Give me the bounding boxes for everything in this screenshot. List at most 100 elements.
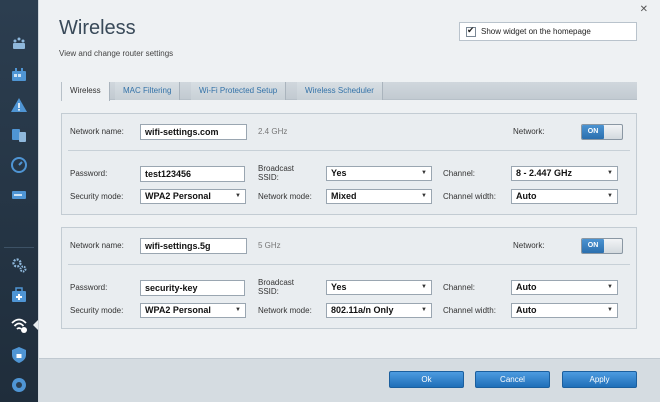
dropdown-arrow-icon: ▼ bbox=[421, 170, 427, 176]
password-input-5[interactable]: security-key bbox=[140, 280, 245, 296]
sidebar-item-parental[interactable] bbox=[0, 280, 38, 310]
band-24ghz-section: Network name: wifi-settings.com 2.4 GHz … bbox=[61, 113, 637, 215]
sidebar-item-network-map[interactable] bbox=[0, 30, 38, 60]
password-label: Password: bbox=[70, 283, 108, 292]
sidebar-item-storage[interactable] bbox=[0, 180, 38, 210]
sidebar-item-settings[interactable] bbox=[0, 250, 38, 280]
footer-bar: Ok Cancel Apply bbox=[39, 358, 660, 402]
parental-icon bbox=[12, 287, 26, 302]
broadcast-ssid-value: Yes bbox=[331, 282, 347, 292]
toggle-on-label: ON bbox=[582, 125, 604, 139]
security-icon bbox=[12, 347, 26, 363]
router-icon bbox=[12, 68, 26, 81]
toggle-on-label: ON bbox=[582, 239, 604, 253]
channel-select-24[interactable]: 8 - 2.447 GHz ▼ bbox=[511, 166, 618, 181]
network-map-icon bbox=[13, 37, 25, 49]
dropdown-arrow-icon: ▼ bbox=[607, 193, 613, 199]
broadcast-ssid-select-5[interactable]: Yes ▼ bbox=[326, 280, 432, 295]
warning-icon bbox=[11, 98, 27, 112]
apply-button[interactable]: Apply bbox=[562, 371, 637, 388]
page-subtitle: View and change router settings bbox=[59, 49, 174, 58]
channel-width-value: Auto bbox=[516, 191, 537, 201]
dropdown-arrow-icon: ▼ bbox=[421, 307, 427, 313]
tab-wireless[interactable]: Wireless bbox=[61, 82, 110, 101]
dropdown-arrow-icon: ▼ bbox=[607, 307, 613, 313]
dropdown-arrow-icon: ▼ bbox=[235, 193, 241, 199]
broadcast-ssid-label: Broadcast SSID: bbox=[258, 164, 294, 182]
channel-width-label: Channel width: bbox=[443, 192, 496, 201]
cancel-button[interactable]: Cancel bbox=[475, 371, 550, 388]
network-name-input-24[interactable]: wifi-settings.com bbox=[140, 124, 247, 140]
network-mode-label: Network mode: bbox=[258, 306, 312, 315]
tab-wireless-scheduler[interactable]: Wireless Scheduler bbox=[297, 82, 383, 100]
channel-label: Channel: bbox=[443, 169, 476, 178]
network-name-label: Network name: bbox=[70, 241, 124, 250]
sidebar-item-support[interactable] bbox=[0, 370, 38, 400]
network-mode-label: Network mode: bbox=[258, 192, 312, 201]
close-icon[interactable]: ✕ bbox=[640, 4, 648, 15]
password-label: Password: bbox=[70, 169, 108, 178]
security-mode-label: Security mode: bbox=[70, 306, 124, 315]
sidebar-item-router[interactable] bbox=[0, 60, 38, 90]
channel-label: Channel: bbox=[443, 283, 476, 292]
wireless-icon bbox=[11, 318, 27, 333]
channel-width-label: Channel width: bbox=[443, 306, 496, 315]
sidebar bbox=[0, 0, 39, 402]
channel-width-select-24[interactable]: Auto ▼ bbox=[511, 189, 618, 204]
password-input-24[interactable]: test123456 bbox=[140, 166, 245, 182]
broadcast-ssid-label: Broadcast SSID: bbox=[258, 278, 294, 296]
broadcast-ssid-label-line1: Broadcast bbox=[258, 278, 295, 287]
dropdown-arrow-icon: ▼ bbox=[607, 170, 613, 176]
dropdown-arrow-icon: ▼ bbox=[235, 307, 241, 313]
broadcast-ssid-select-24[interactable]: Yes ▼ bbox=[326, 166, 432, 181]
network-mode-select-24[interactable]: Mixed ▼ bbox=[326, 189, 432, 204]
speed-icon bbox=[11, 157, 27, 173]
devices-icon bbox=[12, 129, 26, 142]
security-mode-label: Security mode: bbox=[70, 192, 124, 201]
sidebar-item-wireless[interactable] bbox=[0, 310, 39, 340]
checkbox-checked-icon[interactable] bbox=[466, 25, 476, 37]
network-name-label: Network name: bbox=[70, 127, 124, 136]
dropdown-arrow-icon: ▼ bbox=[607, 284, 613, 290]
tab-mac-filtering[interactable]: MAC Filtering bbox=[115, 82, 181, 100]
main-panel: ✕ Wireless View and change router settin… bbox=[38, 0, 660, 402]
page-title: Wireless bbox=[59, 17, 136, 39]
security-mode-value: WPA2 Personal bbox=[145, 191, 211, 201]
band-label-5: 5 GHz bbox=[258, 241, 281, 250]
storage-icon bbox=[12, 191, 26, 199]
channel-width-select-5[interactable]: Auto ▼ bbox=[511, 303, 618, 318]
network-toggle-5[interactable]: ON bbox=[581, 238, 623, 254]
network-mode-value: 802.11a/n Only bbox=[331, 305, 394, 315]
broadcast-ssid-label-line2: SSID: bbox=[258, 287, 279, 296]
broadcast-ssid-label-line1: Broadcast bbox=[258, 164, 295, 173]
network-label: Network: bbox=[513, 241, 545, 250]
network-mode-select-5[interactable]: 802.11a/n Only ▼ bbox=[326, 303, 432, 318]
support-icon bbox=[12, 378, 26, 392]
broadcast-ssid-value: Yes bbox=[331, 168, 347, 178]
section-divider bbox=[68, 264, 630, 265]
channel-width-value: Auto bbox=[516, 305, 537, 315]
channel-value: Auto bbox=[516, 282, 537, 292]
network-toggle-24[interactable]: ON bbox=[581, 124, 623, 140]
channel-value: 8 - 2.447 GHz bbox=[516, 168, 573, 178]
network-mode-value: Mixed bbox=[331, 191, 357, 201]
sidebar-divider bbox=[4, 247, 34, 248]
dropdown-arrow-icon: ▼ bbox=[421, 284, 427, 290]
tab-bar: Wireless MAC Filtering Wi-Fi Protected S… bbox=[61, 82, 637, 101]
show-widget-checkbox[interactable]: Show widget on the homepage bbox=[459, 22, 637, 41]
sidebar-item-troubleshooting[interactable] bbox=[0, 90, 38, 120]
security-mode-select-24[interactable]: WPA2 Personal ▼ bbox=[140, 189, 246, 204]
channel-select-5[interactable]: Auto ▼ bbox=[511, 280, 618, 295]
sidebar-item-security[interactable] bbox=[0, 340, 38, 370]
show-widget-label: Show widget on the homepage bbox=[481, 27, 591, 36]
band-label-24: 2.4 GHz bbox=[258, 127, 288, 136]
sidebar-item-devices[interactable] bbox=[0, 120, 38, 150]
sidebar-item-speed[interactable] bbox=[0, 150, 38, 180]
security-mode-select-5[interactable]: WPA2 Personal ▼ bbox=[140, 303, 246, 318]
network-name-input-5[interactable]: wifi-settings.5g bbox=[140, 238, 247, 254]
network-label: Network: bbox=[513, 127, 545, 136]
band-5ghz-section: Network name: wifi-settings.5g 5 GHz Net… bbox=[61, 227, 637, 329]
tab-wifi-protected-setup[interactable]: Wi-Fi Protected Setup bbox=[191, 82, 287, 100]
settings-icon bbox=[12, 258, 27, 273]
ok-button[interactable]: Ok bbox=[389, 371, 464, 388]
